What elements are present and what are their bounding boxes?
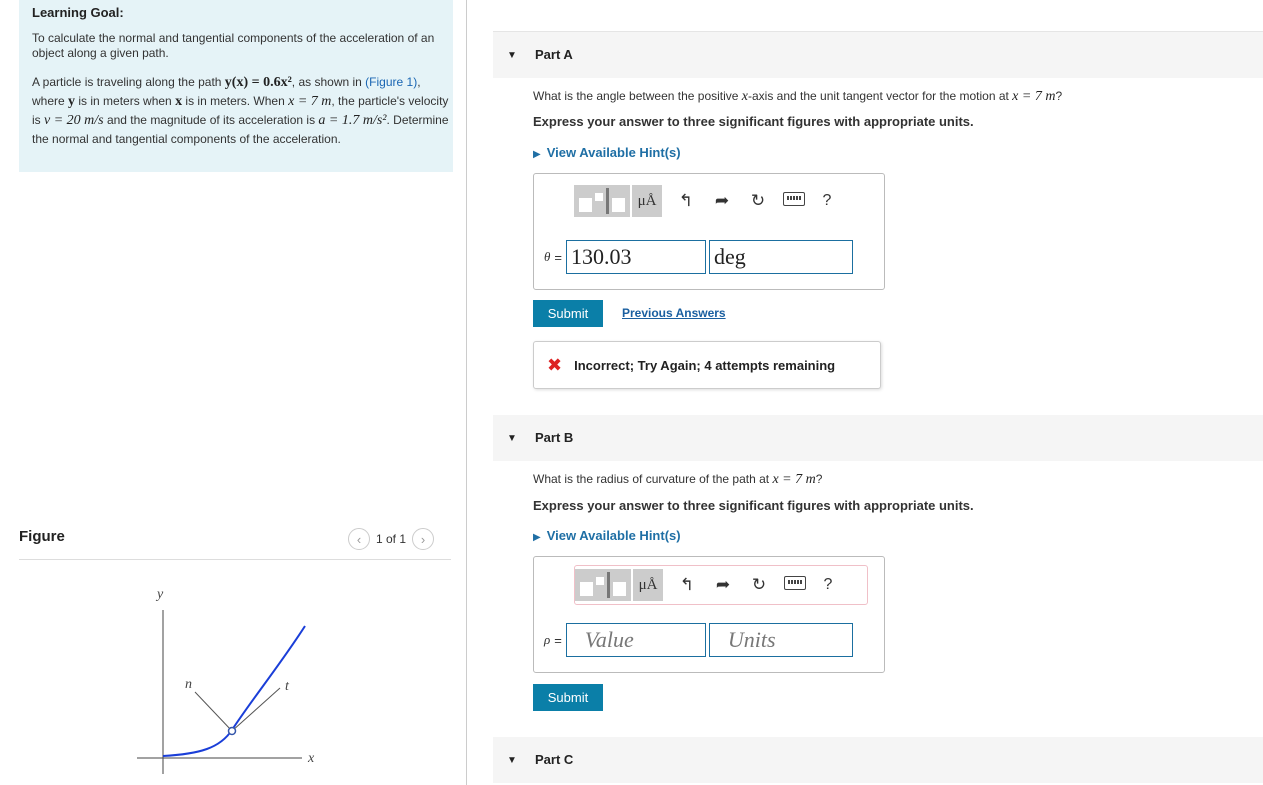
y-axis-label: y — [155, 587, 164, 602]
help-icon[interactable]: ? — [812, 192, 842, 210]
part-b-submit-button[interactable]: Submit — [533, 684, 603, 711]
theta-symbol: θ — [544, 249, 551, 264]
part-a-input-row: θ = 130.03 deg — [544, 240, 853, 274]
part-b-value-input[interactable]: Value — [565, 623, 706, 657]
part-c-label: Part C — [535, 752, 574, 767]
help-icon[interactable]: ? — [813, 576, 843, 594]
caret-right-icon: ▶ — [533, 532, 541, 543]
figure-page-count: 1 of 1 — [376, 532, 407, 546]
units-button[interactable]: μÅ — [633, 569, 663, 601]
learning-goal-title: Learning Goal: — [32, 5, 124, 20]
templates-icon[interactable] — [574, 185, 630, 217]
part-b-header[interactable]: ▼ Part B — [493, 415, 1263, 461]
normal-label: n — [185, 677, 192, 692]
path-figure: y x n t — [137, 587, 315, 774]
part-a-header[interactable]: ▼ Part A — [493, 31, 1263, 78]
reset-icon[interactable]: ↻ — [741, 575, 777, 595]
feedback-message: Incorrect; Try Again; 4 attempts remaini… — [574, 357, 836, 373]
part-a-question: What is the angle between the positive x… — [533, 89, 1063, 104]
x-axis-label: x — [307, 751, 315, 766]
left-panel: Learning Goal: To calculate the normal a… — [0, 0, 467, 785]
collapse-icon: ▼ — [507, 433, 517, 444]
problem-statement: A particle is traveling along the path y… — [32, 75, 449, 146]
keyboard-icon[interactable] — [776, 191, 812, 211]
undo-icon[interactable]: ↰ — [668, 191, 704, 211]
redo-icon[interactable]: ➦ — [705, 575, 741, 595]
collapse-icon: ▼ — [507, 50, 517, 61]
caret-right-icon: ▶ — [533, 149, 541, 160]
particle-point — [227, 726, 237, 736]
part-a-feedback: ✖ Incorrect; Try Again; 4 attempts remai… — [533, 341, 881, 389]
part-b-question: What is the radius of curvature of the p… — [533, 472, 823, 487]
figure-pager: ‹ 1 of 1 › — [348, 528, 435, 550]
part-a-label: Part A — [535, 47, 573, 62]
part-b-label: Part B — [535, 430, 574, 445]
math-toolbar: μÅ ↰ ➦ ↻ ? — [574, 182, 866, 220]
prev-figure-button[interactable]: ‹ — [348, 528, 370, 550]
part-a-submit-button[interactable]: Submit — [533, 300, 603, 327]
part-a-units-input[interactable]: deg — [708, 240, 853, 274]
part-b-answer-box: μÅ ↰ ➦ ↻ ? ρ = Value Units — [533, 556, 885, 673]
equals-sign: = — [554, 249, 562, 265]
rho-symbol: ρ — [544, 632, 551, 647]
part-a-hint-link[interactable]: ▶ View Available Hint(s) — [533, 145, 681, 160]
part-b-hint-link[interactable]: ▶ View Available Hint(s) — [533, 528, 681, 543]
part-b-units-input[interactable]: Units — [708, 623, 853, 657]
figure-title: Figure — [19, 528, 65, 545]
units-button[interactable]: μÅ — [632, 185, 662, 217]
previous-answers-link[interactable]: Previous Answers — [622, 306, 726, 320]
next-figure-button[interactable]: › — [412, 528, 435, 550]
part-b-input-row: ρ = Value Units — [544, 623, 853, 657]
error-icon: ✖ — [547, 354, 563, 375]
collapse-icon: ▼ — [507, 755, 517, 766]
undo-icon[interactable]: ↰ — [669, 575, 705, 595]
part-a-value-input[interactable]: 130.03 — [565, 240, 706, 274]
redo-icon[interactable]: ➦ — [704, 191, 740, 211]
learning-goal-text: To calculate the normal and tangential c… — [32, 31, 435, 60]
normal-line — [194, 691, 233, 732]
part-a-answer-box: μÅ ↰ ➦ ↻ ? θ = 130.03 deg — [533, 173, 885, 290]
math-toolbar: μÅ ↰ ➦ ↻ ? — [574, 565, 868, 605]
equals-sign: = — [554, 632, 562, 648]
templates-icon[interactable] — [575, 569, 631, 601]
figure-link[interactable]: (Figure 1) — [365, 75, 417, 89]
part-b-instructions: Express your answer to three significant… — [533, 498, 974, 513]
part-c-header[interactable]: ▼ Part C — [493, 737, 1263, 783]
part-a-instructions: Express your answer to three significant… — [533, 114, 974, 129]
tangent-label: t — [285, 679, 290, 694]
path-equation: y(x) = 0.6x² — [224, 75, 292, 90]
figure-divider — [19, 559, 451, 560]
reset-icon[interactable]: ↻ — [740, 191, 776, 211]
learning-goal-box: Learning Goal: To calculate the normal a… — [19, 0, 453, 172]
keyboard-icon[interactable] — [777, 575, 813, 595]
